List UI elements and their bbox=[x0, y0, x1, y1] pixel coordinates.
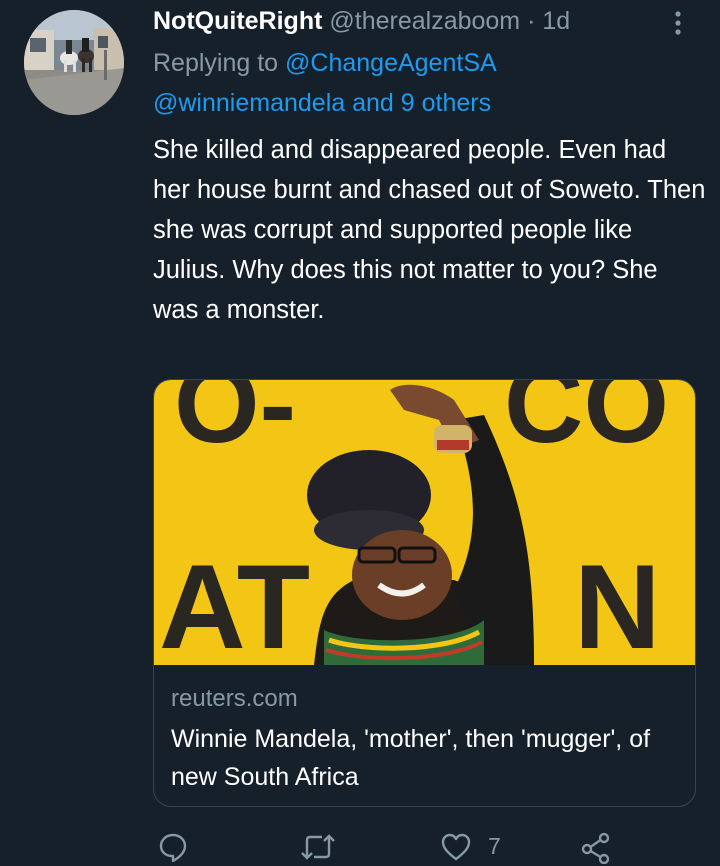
like-count: 7 bbox=[488, 833, 501, 859]
card-title: Winnie Mandela, 'mother', then 'mugger',… bbox=[171, 725, 651, 791]
timestamp[interactable]: 1d bbox=[542, 7, 570, 35]
banner-text-2: CO bbox=[504, 380, 669, 466]
avatar[interactable] bbox=[24, 10, 124, 115]
replying-to-prefix: Replying to bbox=[153, 49, 286, 77]
user-handle[interactable]: @therealzaboom bbox=[329, 7, 520, 35]
replying-to-user-link[interactable]: @ChangeAgentSA bbox=[285, 49, 497, 77]
replying-to: Replying to @ChangeAgentSA bbox=[153, 48, 497, 78]
replying-to-others-link[interactable]: @winniemandela and 9 others bbox=[153, 88, 491, 118]
separator-dot: · bbox=[527, 7, 536, 35]
heart-icon[interactable] bbox=[440, 832, 474, 866]
reply-icon[interactable] bbox=[158, 832, 192, 866]
banner-text-3: AT bbox=[159, 540, 310, 665]
share-icon[interactable] bbox=[580, 832, 614, 866]
tweet-text: She killed and disappeared people. Even … bbox=[153, 136, 706, 324]
card-image[interactable]: O- CO AT N bbox=[154, 380, 696, 665]
more-options-icon[interactable] bbox=[668, 8, 688, 38]
display-name[interactable]: NotQuiteRight bbox=[153, 7, 322, 35]
card-domain: reuters.com bbox=[171, 685, 298, 712]
retweet-icon[interactable] bbox=[300, 832, 340, 866]
link-card[interactable]: O- CO AT N reuters.com Winnie Mandela, '… bbox=[153, 379, 696, 807]
avatar-photo bbox=[24, 10, 124, 115]
tweet-header: NotQuiteRight @therealzaboom · 1d bbox=[153, 6, 570, 36]
banner-text-1: O- bbox=[174, 380, 296, 466]
banner-text-4: N bbox=[574, 540, 661, 665]
